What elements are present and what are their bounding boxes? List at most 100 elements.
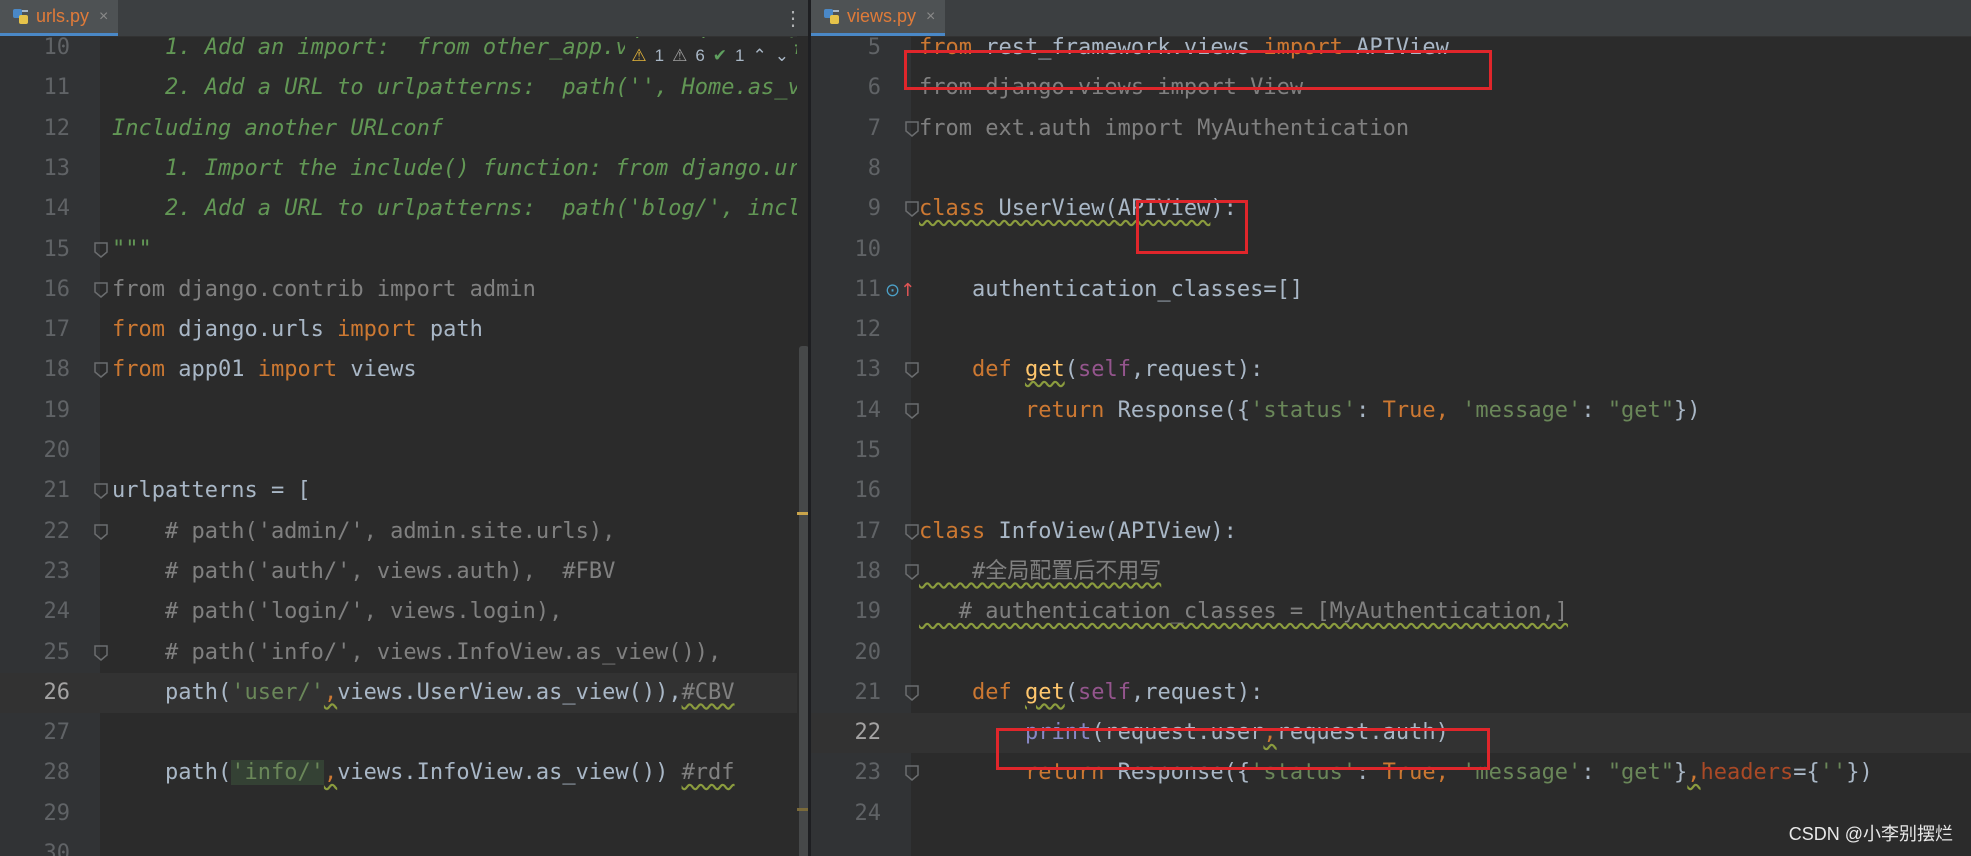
code-line[interactable]: 26 path('user/',views.UserView.as_view()…: [0, 672, 811, 713]
right-editor-pane[interactable]: views.py × 5 from rest_framework.views im…: [811, 0, 1971, 856]
code-line[interactable]: 18 #全局配置后不用写: [811, 552, 1971, 592]
code-line[interactable]: 17 from django.urls import path: [0, 310, 811, 350]
code-text: def get(self,request):: [919, 350, 1263, 390]
code-line[interactable]: 10: [811, 230, 1971, 270]
code-token: from: [112, 357, 165, 383]
code-line[interactable]: 13 1. Import the include() function: fro…: [0, 149, 812, 189]
fold-icon[interactable]: [905, 120, 919, 137]
code-text: authentication_classes=[]: [919, 270, 1303, 310]
highlight-box-print: [996, 728, 1490, 770]
code-line[interactable]: 7 from ext.auth import MyAuthentication: [811, 109, 1971, 149]
code-line[interactable]: 21 urlpatterns = [: [0, 471, 811, 511]
code-line[interactable]: 21 def get(self,request):: [811, 673, 1971, 713]
fold-icon[interactable]: [94, 282, 108, 298]
code-line[interactable]: 29: [0, 794, 811, 834]
fold-icon[interactable]: [94, 644, 108, 661]
code-token: }: [1674, 760, 1688, 786]
line-number: 24: [43, 599, 71, 625]
tab-label: views.py: [847, 6, 917, 26]
tab-label: urls.py: [36, 6, 90, 26]
fold-icon[interactable]: [94, 362, 108, 379]
line-number: 21: [43, 478, 71, 504]
code-token: def: [919, 679, 1025, 705]
line-number: 23: [854, 760, 882, 786]
check-icon: ✔: [712, 46, 728, 65]
code-line[interactable]: 14 return Response({'status': True, 'mes…: [811, 391, 1971, 431]
override-gutter-icon[interactable]: ⊙↑: [885, 280, 915, 301]
code-token: }): [1846, 760, 1873, 786]
fold-icon[interactable]: [905, 201, 919, 218]
code-token: #rdf: [681, 760, 735, 786]
left-editor-pane[interactable]: urls.py × ⋮ 10 1. Add an import: from ot…: [0, 0, 811, 856]
fold-icon[interactable]: [905, 362, 919, 379]
code-line[interactable]: 24 # path('login/', views.login),: [0, 592, 811, 632]
code-line[interactable]: 20: [811, 633, 1971, 673]
code-line[interactable]: 25 # path('info/', views.InfoView.as_vie…: [0, 633, 811, 673]
code-line[interactable]: 19: [0, 391, 811, 431]
code-line[interactable]: 22 # path('admin/', admin.site.urls),: [0, 512, 811, 552]
code-token: import: [337, 317, 417, 343]
code-token: self: [1077, 357, 1131, 383]
code-line[interactable]: 12: [811, 310, 1971, 350]
line-number: 25: [43, 639, 71, 665]
code-line[interactable]: 13 def get(self,request):: [811, 350, 1971, 390]
code-token: "get": [1607, 397, 1675, 423]
code-token: class: [919, 518, 986, 544]
fold-icon[interactable]: [94, 241, 108, 258]
code-text: path('info/',views.InfoView.as_view()) #…: [112, 753, 735, 793]
code-line[interactable]: 12 Including another URLconf: [0, 109, 811, 149]
code-line[interactable]: 16: [811, 471, 1971, 511]
line-number: 13: [854, 357, 882, 383]
code-token: # path('admin/', admin.site.urls),: [112, 518, 616, 544]
code-line[interactable]: 27: [0, 713, 811, 753]
code-token: InfoView(APIView):: [985, 518, 1237, 544]
code-token: from ext.auth import MyAuthentication: [919, 115, 1410, 141]
line-number: 20: [854, 639, 882, 665]
fold-icon[interactable]: [905, 564, 919, 580]
code-token: #CBV: [681, 679, 735, 705]
chevron-up-icon[interactable]: ⌃: [753, 46, 767, 66]
inspection-widget[interactable]: ⚠ 1 ⚠ 6 ✔ 1 ⌃ ⌄: [625, 38, 795, 74]
code-line[interactable]: 11 authentication_classes=[]: [811, 270, 1971, 310]
fold-icon[interactable]: [905, 685, 919, 701]
warning-count: 1: [654, 46, 665, 65]
code-token: # path('login/', views.login),: [112, 599, 563, 625]
code-token: views.InfoView.as_view()): [337, 760, 682, 786]
code-token: True: [1382, 397, 1436, 423]
code-line[interactable]: 15: [811, 431, 1971, 471]
code-line[interactable]: 20: [0, 431, 811, 471]
line-number: 5: [867, 35, 881, 60]
highlight-box-base-class: [1136, 200, 1248, 254]
fold-icon[interactable]: [905, 765, 919, 782]
line-number: 18: [43, 357, 71, 383]
code-token: ,: [323, 760, 338, 786]
code-line[interactable]: 9 class UserView(APIView):: [811, 189, 1971, 229]
code-line[interactable]: 30: [0, 834, 811, 856]
close-icon[interactable]: ×: [99, 8, 108, 26]
code-line[interactable]: 23 # path('auth/', views.auth), #FBV: [0, 552, 811, 592]
code-token: get: [1024, 357, 1065, 383]
code-token: from: [112, 317, 165, 343]
close-icon[interactable]: ×: [926, 8, 935, 26]
chevron-down-icon[interactable]: ⌄: [775, 46, 789, 66]
fold-icon[interactable]: [94, 523, 108, 540]
code-line[interactable]: 11 2. Add a URL to urlpatterns: path('',…: [0, 68, 812, 108]
code-token: import: [257, 357, 338, 383]
code-line[interactable]: 18 from app01 import views: [0, 350, 811, 390]
code-line[interactable]: 17 class InfoView(APIView):: [811, 512, 1971, 552]
more-options-icon[interactable]: ⋮: [783, 8, 803, 28]
code-line[interactable]: 28 path('info/',views.InfoView.as_view()…: [0, 753, 811, 793]
fold-icon[interactable]: [94, 483, 108, 500]
code-line[interactable]: 16 from django.contrib import admin: [0, 270, 811, 310]
highlight-box-import: [904, 50, 1492, 90]
code-line[interactable]: 14 2. Add a URL to urlpatterns: path('bl…: [0, 189, 812, 229]
fold-icon[interactable]: [905, 523, 919, 540]
line-number: 21: [854, 679, 882, 705]
code-line[interactable]: 19 # authentication_classes = [MyAuthent…: [811, 592, 1971, 632]
fold-icon[interactable]: [905, 402, 919, 419]
code-line[interactable]: 15 """: [0, 230, 811, 270]
code-line[interactable]: 8: [811, 149, 1971, 189]
line-number: 8: [867, 155, 881, 181]
code-token: 2. Add a URL to urlpatterns: path('', Ho…: [164, 75, 811, 101]
code-token: ,: [323, 679, 338, 705]
